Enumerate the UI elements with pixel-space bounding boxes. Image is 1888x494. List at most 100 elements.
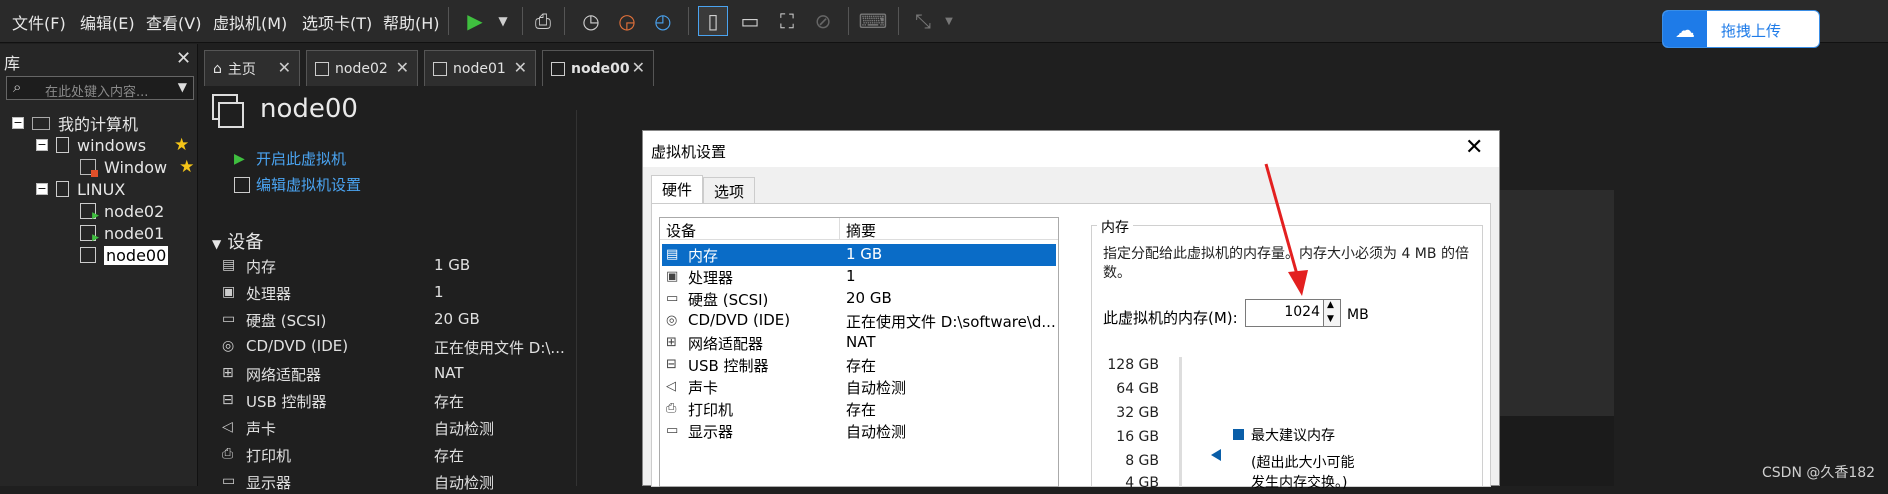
tree-item-node01[interactable]: ▶ node01 bbox=[80, 222, 164, 244]
library-search-input[interactable]: ⌕ 在此处键入内容... ▼ bbox=[6, 76, 194, 100]
close-icon[interactable]: ✕ bbox=[632, 58, 645, 77]
recommended-marker-icon bbox=[1211, 449, 1221, 461]
menu-help[interactable]: 帮助(H) bbox=[383, 10, 440, 34]
play-dropdown-icon[interactable]: ▼ bbox=[488, 6, 518, 36]
close-icon[interactable]: ✕ bbox=[176, 48, 191, 69]
snapshot-manager-icon[interactable]: ◴ bbox=[648, 6, 678, 36]
list-item-value: 1 GB bbox=[846, 245, 883, 263]
tab-options[interactable]: 选项 bbox=[703, 177, 756, 203]
vm-icon bbox=[433, 61, 447, 76]
device-row-sound[interactable]: ◁ 声卡 自动检测 bbox=[222, 416, 562, 440]
device-value: 20 GB bbox=[434, 310, 480, 328]
tree-item-my-computer[interactable]: − 我的计算机 bbox=[12, 112, 138, 134]
power-on-vm-link[interactable]: ▶ 开启此虚拟机 bbox=[234, 148, 346, 169]
tab-home[interactable]: ⌂ 主页 ✕ bbox=[204, 50, 300, 86]
column-header-device[interactable]: 设备 bbox=[660, 218, 840, 240]
vm-powered-off-icon bbox=[80, 159, 98, 177]
tab-hardware[interactable]: 硬件 bbox=[651, 175, 704, 203]
device-value: NAT bbox=[434, 364, 464, 382]
send-keys-icon[interactable]: ⎙ bbox=[528, 6, 558, 36]
home-icon: ⌂ bbox=[213, 60, 222, 77]
list-item-sound[interactable]: ◁ 声卡 自动检测 bbox=[662, 376, 1056, 398]
spinner-down-icon[interactable]: ▼ bbox=[1327, 314, 1334, 324]
collapse-icon[interactable]: − bbox=[36, 183, 48, 195]
close-icon[interactable]: ✕ bbox=[278, 58, 291, 77]
tree-item-node00[interactable]: node00 bbox=[80, 244, 169, 266]
list-item-printer[interactable]: ⎙ 打印机 存在 bbox=[662, 398, 1056, 420]
list-item-display[interactable]: ▭ 显示器 自动检测 bbox=[662, 420, 1056, 442]
printer-icon: ⎙ bbox=[666, 401, 677, 416]
list-item-memory[interactable]: ▤ 内存 1 GB bbox=[662, 244, 1056, 266]
list-item-value: 自动检测 bbox=[846, 423, 907, 441]
edit-vm-settings-link[interactable]: 编辑虚拟机设置 bbox=[234, 174, 361, 195]
favorite-star-icon: ★ bbox=[174, 135, 190, 155]
library-panel: 库 ✕ ⌕ 在此处键入内容... ▼ − 我的计算机 − windows ★ W… bbox=[0, 44, 198, 486]
upload-button[interactable]: ☁ 拖拽上传 bbox=[1662, 10, 1820, 48]
chevron-down-icon[interactable]: ▼ bbox=[178, 80, 187, 94]
panel-divider bbox=[576, 110, 577, 486]
list-item-network[interactable]: ⊞ 网络适配器 NAT bbox=[662, 332, 1056, 354]
close-icon[interactable]: ✕ bbox=[514, 58, 527, 77]
memory-scale-label: 128 GB bbox=[1107, 357, 1159, 373]
close-icon[interactable]: ✕ bbox=[1465, 135, 1483, 160]
library-view-icon[interactable]: ▯ bbox=[698, 6, 728, 36]
spinner-up-icon[interactable]: ▲ bbox=[1327, 300, 1334, 310]
memory-size-input[interactable]: 1024 bbox=[1245, 299, 1325, 327]
device-row-printer[interactable]: ⎙ 打印机 存在 bbox=[222, 443, 562, 467]
tab-bar: ⌂ 主页 ✕ node02 ✕ node01 ✕ node00 ✕ bbox=[204, 50, 1888, 86]
fullscreen-icon[interactable]: ⛶ bbox=[772, 6, 802, 36]
tree-item-linux[interactable]: − LINUX bbox=[36, 178, 125, 200]
menu-file[interactable]: 文件(F) bbox=[12, 10, 66, 34]
console-icon[interactable]: ⌨ bbox=[858, 6, 888, 36]
revert-snapshot-icon[interactable]: ◶ bbox=[612, 6, 642, 36]
device-row-network[interactable]: ⊞ 网络适配器 NAT bbox=[222, 362, 562, 386]
tree-item-node02[interactable]: ▶ node02 bbox=[80, 200, 164, 222]
column-header-summary[interactable]: 摘要 bbox=[840, 218, 1058, 240]
device-value: 自动检测 bbox=[434, 420, 495, 438]
menu-view[interactable]: 查看(V) bbox=[146, 10, 201, 34]
unity-icon[interactable]: ⊘ bbox=[808, 6, 838, 36]
list-item-usb[interactable]: ⊟ USB 控制器 存在 bbox=[662, 354, 1056, 376]
menu-edit[interactable]: 编辑(E) bbox=[80, 10, 135, 34]
memory-spinner[interactable]: ▲ ▼ bbox=[1323, 299, 1341, 327]
tree-label-selected: node00 bbox=[104, 245, 169, 265]
network-icon: ⊞ bbox=[666, 335, 677, 350]
tree-item-window-vm[interactable]: Window ★ bbox=[80, 156, 194, 178]
tab-node02[interactable]: node02 ✕ bbox=[306, 50, 418, 86]
memory-slider[interactable] bbox=[1179, 357, 1182, 487]
menu-tabs[interactable]: 选项卡(T) bbox=[302, 10, 372, 34]
device-row-processor[interactable]: ▣ 处理器 1 bbox=[222, 281, 562, 305]
device-row-usb[interactable]: ⊟ USB 控制器 存在 bbox=[222, 389, 562, 413]
tab-node00[interactable]: node00 ✕ bbox=[542, 50, 654, 86]
memory-scale-label: 32 GB bbox=[1116, 405, 1159, 421]
menu-vm[interactable]: 虚拟机(M) bbox=[213, 10, 287, 34]
list-item-cdrom[interactable]: ◎ CD/DVD (IDE) 正在使用文件 D:\software\d... bbox=[662, 310, 1056, 332]
tree-item-windows[interactable]: − windows ★ bbox=[36, 134, 189, 156]
list-item-processor[interactable]: ▣ 处理器 1 bbox=[662, 266, 1056, 288]
list-item-disk[interactable]: ▭ 硬盘 (SCSI) 20 GB bbox=[662, 288, 1056, 310]
snapshot-icon[interactable]: ◷ bbox=[576, 6, 606, 36]
cd-icon: ◎ bbox=[222, 338, 235, 354]
device-name: 内存 bbox=[246, 258, 277, 276]
close-icon[interactable]: ✕ bbox=[396, 58, 409, 77]
device-row-disk[interactable]: ▭ 硬盘 (SCSI) 20 GB bbox=[222, 308, 562, 332]
play-icon[interactable]: ▶ bbox=[460, 6, 490, 36]
network-icon: ⊞ bbox=[222, 365, 234, 381]
list-item-value: 自动检测 bbox=[846, 379, 907, 397]
device-name: CD/DVD (IDE) bbox=[246, 337, 349, 355]
folder-icon bbox=[56, 137, 69, 153]
tab-node01[interactable]: node01 ✕ bbox=[424, 50, 536, 86]
list-item-name: 显示器 bbox=[688, 423, 734, 441]
folder-icon bbox=[56, 181, 69, 197]
collapse-icon[interactable]: − bbox=[36, 139, 48, 151]
devices-section-header[interactable]: ▼ 设备 bbox=[212, 228, 263, 254]
device-row-cdrom[interactable]: ◎ CD/DVD (IDE) 正在使用文件 D:\... bbox=[222, 335, 565, 359]
list-item-name: 声卡 bbox=[688, 379, 719, 397]
thumbnail-view-icon[interactable]: ▭ bbox=[735, 6, 765, 36]
device-row-memory[interactable]: ▤ 内存 1 GB bbox=[222, 254, 562, 278]
collapse-icon[interactable]: − bbox=[12, 117, 24, 129]
device-row-display[interactable]: ▭ 显示器 自动检测 bbox=[222, 470, 562, 494]
stretch-dropdown-icon[interactable]: ▼ bbox=[934, 6, 964, 36]
action-label: 编辑虚拟机设置 bbox=[256, 176, 362, 194]
play-icon: ▶ bbox=[234, 150, 245, 167]
